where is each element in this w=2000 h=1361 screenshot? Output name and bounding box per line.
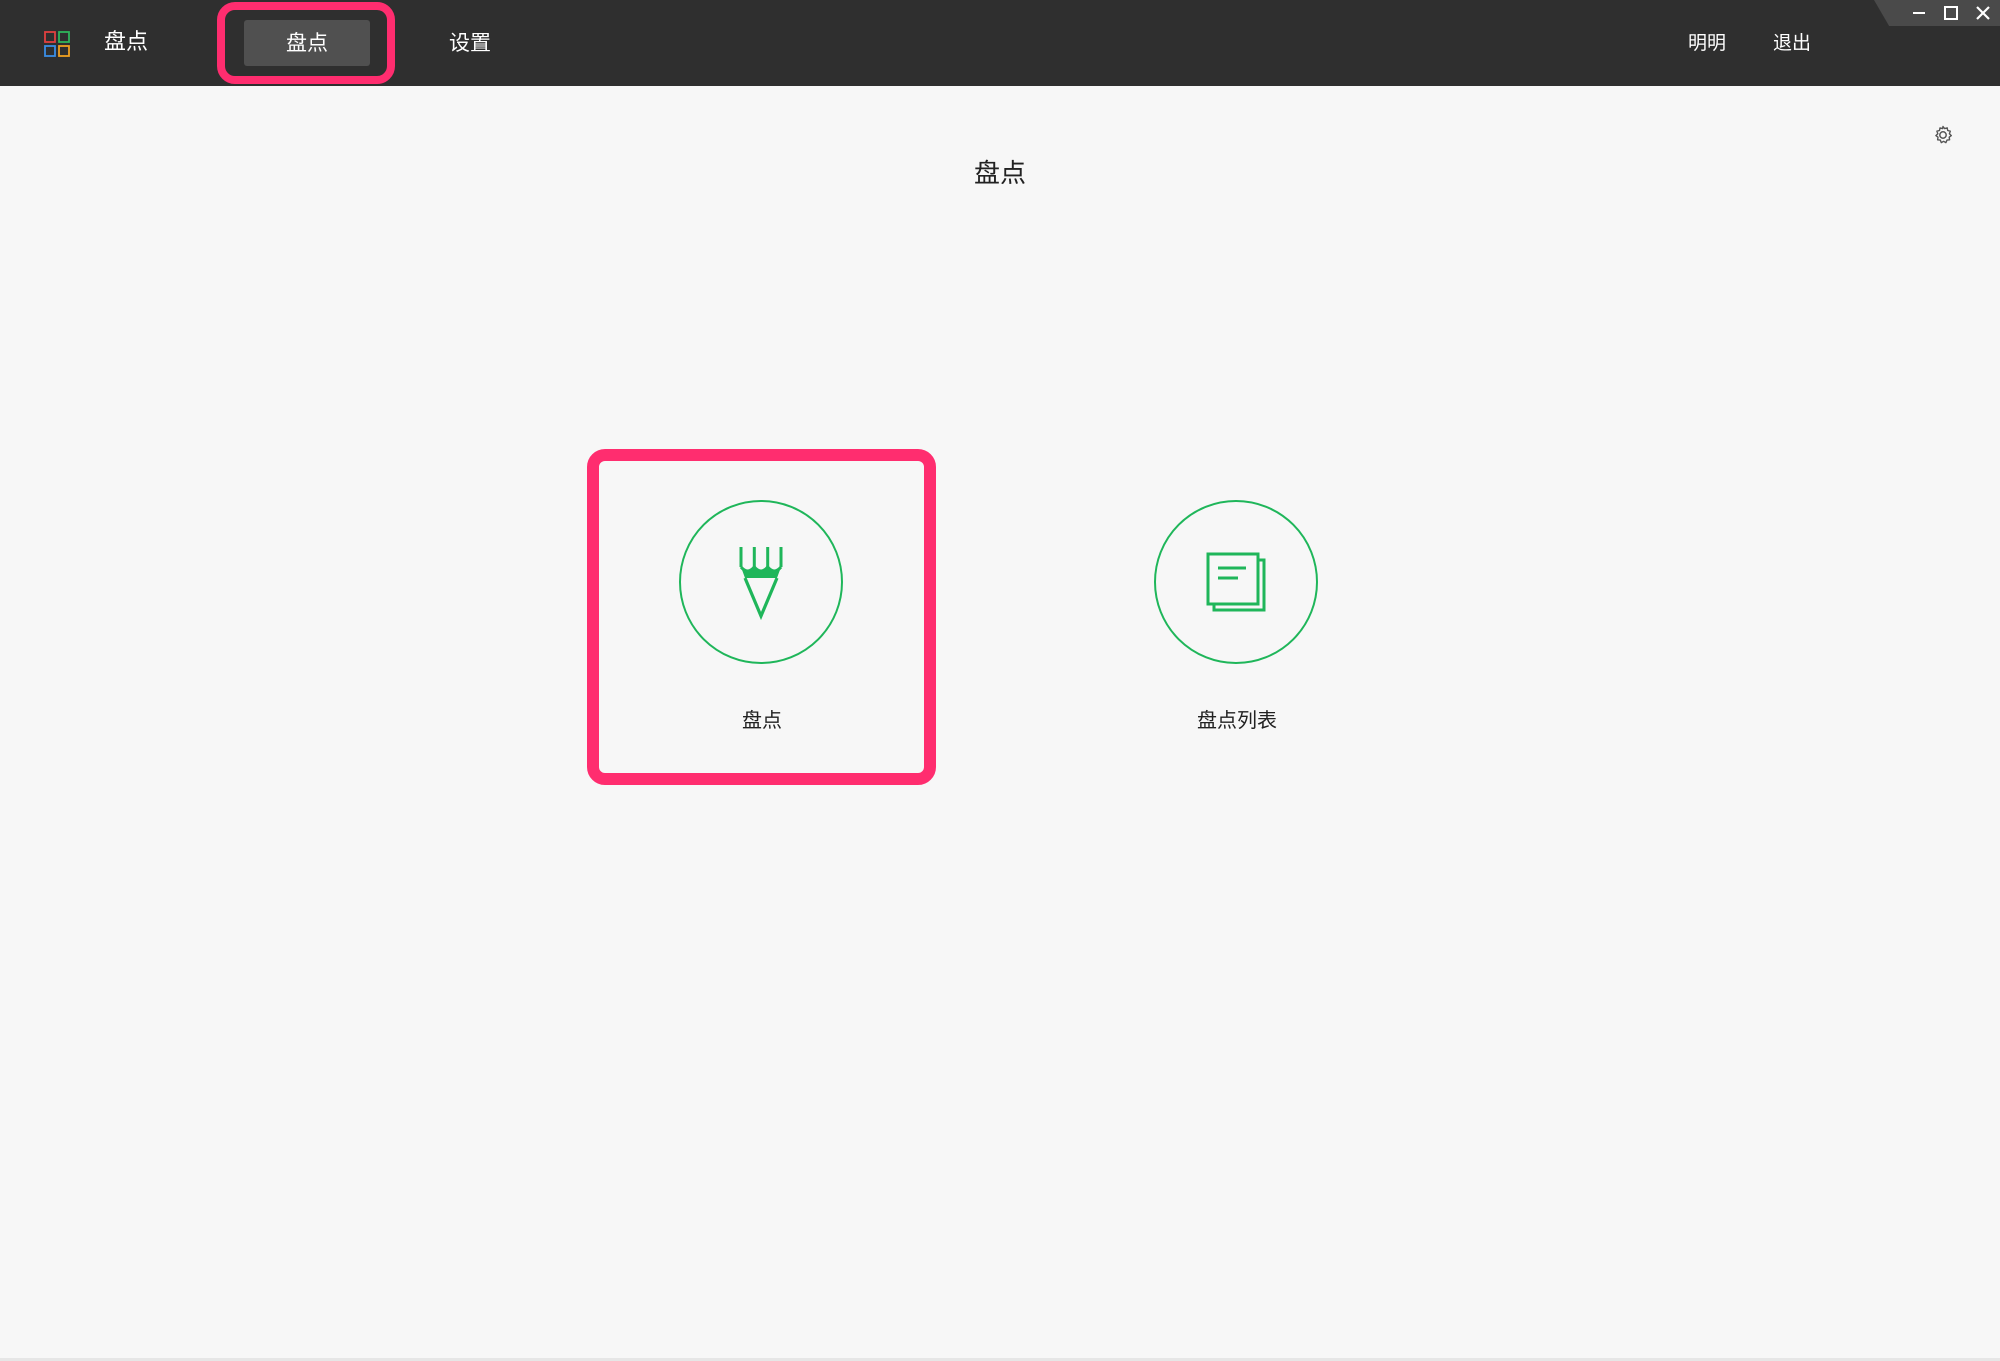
inventory-card[interactable]: 盘点 [597,460,927,780]
top-navigation-bar: 盘点 盘点 设置 明明 退出 [0,0,2000,86]
logout-button[interactable]: 退出 [1773,26,1811,60]
maximize-icon[interactable] [1940,2,1962,24]
document-list-icon [1206,552,1266,612]
gear-icon[interactable] [1932,124,1954,146]
tab-highlight-annotation [217,2,395,84]
inventory-card-label: 盘点 [742,708,782,732]
inventory-list-card-circle [1154,500,1318,664]
window-controls [1874,0,2000,26]
pencil-icon [739,547,783,621]
user-name[interactable]: 明明 [1688,26,1726,60]
minimize-icon[interactable] [1908,2,1930,24]
app-title: 盘点 [104,30,149,55]
inventory-card-circle [679,500,843,664]
inventory-list-card[interactable]: 盘点列表 [1072,460,1402,780]
page-title: 盘点 [973,159,1026,189]
inventory-list-card-label: 盘点列表 [1197,708,1277,732]
app-window: 盘点 盘点 设置 明明 退出 盘点 盘点 盘点列表 [0,0,2000,1361]
tab-settings[interactable]: 设置 [440,20,500,66]
close-icon[interactable] [1972,2,1994,24]
app-grid-logo-icon [44,31,70,57]
